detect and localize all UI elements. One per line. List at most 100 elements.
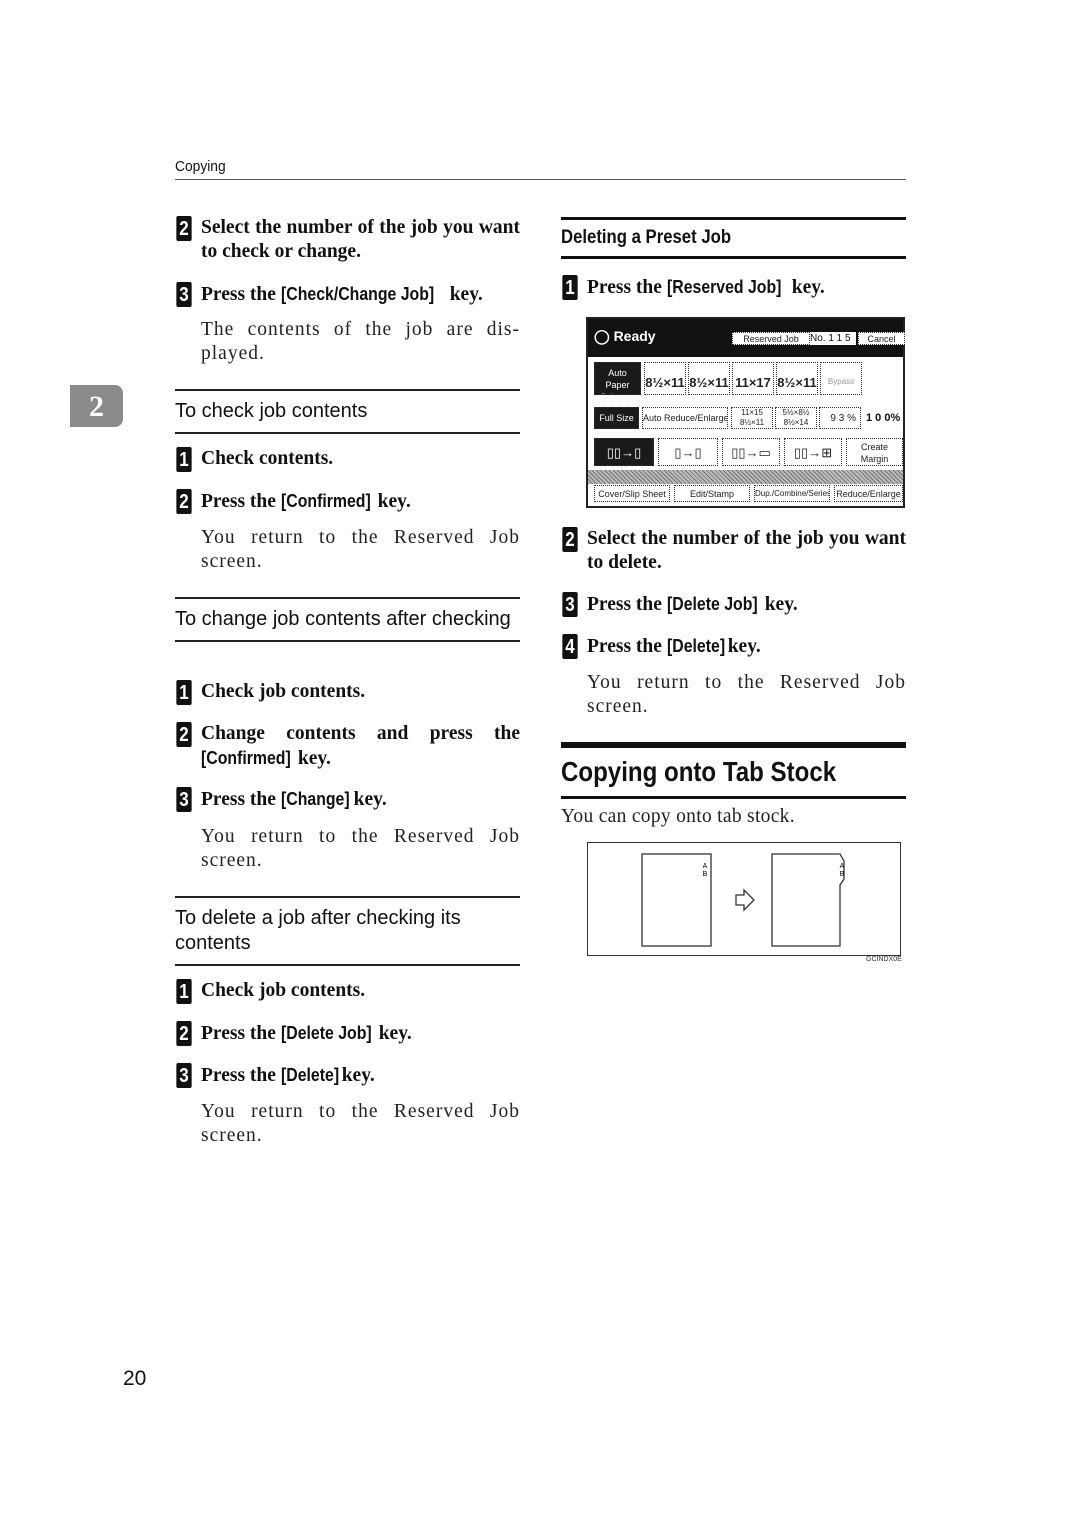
tab-edit-stamp[interactable]: Edit/Stamp: [674, 485, 750, 502]
status-text: Ready: [613, 328, 656, 344]
step-text-post: key.: [372, 491, 411, 512]
cancel-button[interactable]: Cancel: [858, 332, 905, 345]
combine-mode-button[interactable]: ▯▯→▭: [722, 438, 780, 466]
job-number: No. 1 1 5: [810, 332, 856, 345]
chapter-tab: 2: [70, 385, 123, 427]
step-text: Change contents and press the [Confirmed…: [201, 722, 520, 771]
step-text-pre: Press the: [201, 789, 281, 810]
original-sheet: [641, 853, 712, 947]
step-note: You return to the Reserved Job screen.: [201, 1101, 520, 1146]
step-text-post: key.: [759, 594, 798, 615]
step-number: 2: [176, 1021, 192, 1046]
page-number: 20: [123, 1367, 147, 1390]
tab-reduce-enlarge[interactable]: Reduce/Enlarge: [834, 485, 903, 502]
create-margin-button[interactable]: Create Margin: [846, 438, 903, 466]
step-note: You return to the Reserved Job screen.: [201, 826, 520, 871]
subsection-title: Deleting a Preset Job: [561, 227, 732, 248]
step-text-post: key.: [722, 636, 761, 657]
step: 2 Select the number of the job you want …: [175, 216, 520, 264]
step-number: 2: [562, 527, 578, 552]
reserved-job-button[interactable]: Reserved Job: [732, 332, 810, 345]
step-number: 3: [176, 787, 192, 812]
step-number: 2: [176, 216, 192, 241]
key-label: [Delete]: [280, 1065, 339, 1085]
step: 3 Press the [Delete Job] key.: [561, 592, 906, 617]
original-label-b: B: [703, 871, 708, 878]
step-text: Check job contents.: [201, 681, 366, 702]
step: 4 Press the [Delete] key.: [561, 634, 906, 659]
step-number: 2: [176, 722, 192, 747]
tab-cover-slip-sheet[interactable]: Cover/Slip Sheet: [594, 485, 670, 502]
zoom-percent-button[interactable]: 9 3 %: [819, 407, 861, 429]
status-ready: ◯ Ready: [594, 328, 656, 345]
subsection-heading: Deleting a Preset Job: [561, 217, 906, 259]
tray-2-button[interactable]: 8½×11: [688, 362, 730, 395]
step: 2 Change contents and press the [Confirm…: [175, 722, 520, 771]
auto-paper-select-button[interactable]: Auto Paper Select ▶: [594, 362, 641, 395]
step-number: 3: [176, 1063, 192, 1088]
step-text-pre: Press the: [201, 491, 281, 512]
step-text: Select the number of the job you want to…: [587, 528, 906, 573]
step-text: Select the number of the job you want to…: [201, 217, 520, 262]
combine-4-button[interactable]: ▯▯→⊞: [784, 438, 842, 466]
step-number: 4: [562, 634, 578, 659]
tab-dup-combine-series[interactable]: Dup./Combine/Series: [754, 485, 830, 502]
section-title: Copying onto Tab Stock: [561, 742, 906, 799]
tab-sheet: [771, 853, 845, 947]
step-text-post: key.: [786, 277, 825, 298]
figure-code: GCINDX0E: [866, 956, 902, 963]
key-label: [Confirmed]: [280, 491, 371, 511]
step-number: 1: [176, 680, 192, 705]
step-text: Check job contents.: [201, 980, 366, 1001]
key-label: [Delete Job]: [666, 594, 758, 614]
step: 3 Press the [Delete] key.: [175, 1063, 520, 1088]
duplex-mode-button-1[interactable]: ▯▯→▯: [594, 438, 654, 466]
bypass-tray-button[interactable]: Bypass: [820, 362, 862, 395]
tab-stock-figure: A B A B: [587, 842, 901, 956]
full-size-button[interactable]: Full Size: [594, 407, 639, 429]
step-text-post: key.: [336, 1065, 375, 1086]
section-heading: To delete a job after checking its conte…: [175, 896, 520, 966]
key-label: [Delete]: [666, 636, 725, 656]
copier-panel-screenshot: ◯ Ready Reserved Job No. 1 1 5 Cancel Au…: [586, 317, 905, 508]
tray-t-button[interactable]: 8½×11: [776, 362, 818, 395]
step: 3 Press the [Change] key.: [175, 787, 520, 812]
step-text-post: key.: [444, 284, 483, 305]
tray-size: 8½×11: [645, 375, 685, 390]
step-number: 3: [562, 592, 578, 617]
step: 1 Check contents.: [175, 447, 520, 472]
section-heading: To check job contents: [175, 389, 520, 434]
ratio-button-2[interactable]: 5½×8½ 8½×14: [775, 407, 817, 429]
step-text: Press the [Confirmed] key.: [201, 489, 520, 514]
duplex-mode-button-2[interactable]: ▯→▯: [658, 438, 718, 466]
ready-circle-icon: ◯: [594, 328, 614, 344]
step-number: 2: [176, 489, 192, 514]
step-text-pre: Press the: [201, 284, 281, 305]
step: 2 Press the [Delete Job] key.: [175, 1021, 520, 1046]
step-text-post: key.: [348, 789, 387, 810]
key-label: [Reserved Job]: [666, 277, 782, 297]
tray-1-button[interactable]: 8½×11: [644, 362, 686, 395]
step-text-pre: Press the: [587, 594, 667, 615]
tray-size: 8½×11: [777, 375, 817, 390]
tray-size: 8½×11: [689, 375, 729, 390]
step-number: 1: [176, 979, 192, 1004]
key-label: [Check/Change Job]: [280, 284, 434, 304]
step-number: 3: [176, 282, 192, 307]
arrow-right-icon: [735, 888, 755, 912]
tab-label-b: B: [840, 871, 845, 878]
tab-label-a: A: [840, 863, 845, 870]
tray-3-button[interactable]: 11×17: [732, 362, 774, 395]
step-text: Press the [Check/Change Job] key.: [201, 282, 520, 307]
section-heading: To change job contents after checking: [175, 597, 520, 642]
tab-stock-diagram: A B A B: [641, 853, 845, 947]
key-label: [Change]: [280, 789, 350, 809]
ratio-button-1[interactable]: 11×15 8½×11: [731, 407, 773, 429]
key-label: [Confirmed]: [201, 748, 291, 768]
step-text-post: key.: [373, 1023, 412, 1044]
section-title-text: Copying onto Tab Stock: [561, 756, 837, 787]
step-text: Press the [Reserved Job] key.: [587, 275, 906, 300]
auto-reduce-enlarge-button[interactable]: Auto Reduce/Enlarge: [642, 407, 728, 429]
step-text-pre: Press the: [587, 636, 667, 657]
step-text-pre: Press the: [201, 1065, 281, 1086]
